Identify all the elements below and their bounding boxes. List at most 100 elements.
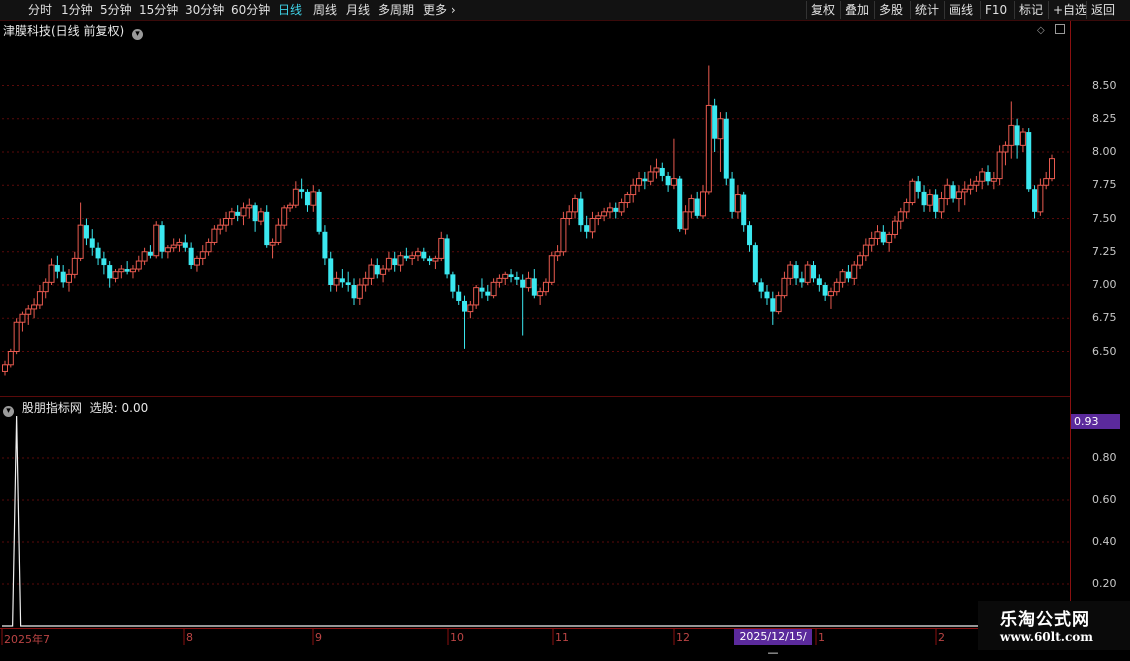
panel-divider [0,396,1070,397]
kline-chart[interactable] [0,0,1130,650]
candle [65,269,72,292]
watermark: 乐淘公式网 www.60lt.com [978,601,1130,650]
candle [764,285,770,305]
candle [269,238,276,259]
candle [485,285,491,301]
candle [444,234,450,279]
candle [205,238,212,256]
candle [235,205,241,222]
candle [851,261,858,285]
candle [438,231,445,262]
candle [129,265,136,279]
x-axis-line [0,628,1070,629]
candle [950,181,956,203]
date-tick-label: 11 [555,631,569,644]
candle [827,287,834,309]
candle [770,291,776,325]
candle [36,285,43,309]
candle [310,185,317,212]
candle [747,221,753,252]
candle [630,178,637,203]
candle [421,247,427,262]
candle [584,215,590,239]
date-tick-label: 9 [315,631,322,644]
candle [839,269,846,288]
candle [25,304,32,325]
candle [392,251,398,272]
candle [322,225,328,266]
candle [520,274,526,336]
date-tick-label: 8 [186,631,193,644]
candle [688,194,695,219]
candle [1002,141,1009,166]
candle [1037,178,1044,216]
candle [118,265,125,279]
candle [734,185,741,219]
candle [95,242,101,266]
candle [502,271,509,285]
candle [2,360,8,376]
candle [275,218,282,246]
candle [793,261,799,285]
candle [548,251,555,285]
candle [653,158,660,179]
candle [83,218,89,246]
candle [741,191,747,232]
candle [915,175,921,199]
candle [333,271,340,292]
candle [1043,171,1050,190]
candle [159,221,165,259]
candle [112,269,119,283]
candle [508,269,514,283]
indicator-name: 股朋指标网 [21,401,82,415]
candle [60,265,66,288]
candle [979,167,986,190]
indicator-line [2,415,1068,627]
candle [228,207,235,226]
candle [682,205,689,235]
candle [107,261,113,288]
candle [659,162,665,182]
candle [141,247,148,266]
indicator-current-value-badge: 0.93 [1071,414,1120,429]
candle [589,211,596,239]
candle [1026,128,1032,192]
candle [677,175,683,232]
candle [409,251,416,266]
candle [647,165,654,186]
candle [514,271,520,285]
candle [31,298,38,319]
candle [787,261,794,285]
date-tick-label: 12 [676,631,690,644]
chevron-down-icon[interactable]: ▾ [3,406,14,417]
candle [933,189,939,219]
candle [339,269,345,288]
candle [967,178,974,195]
candle [299,178,305,199]
candle [467,300,474,319]
y-axis-line [1070,21,1071,628]
candle [909,178,916,206]
date-tick-label: 2025年7 [4,633,50,646]
candle [1008,101,1015,159]
candle [804,261,811,285]
candle [642,171,648,190]
candle [1019,128,1026,152]
candle [886,231,893,252]
indicator-title-bar: ▾ 股朋指标网 选股: 0.00 [3,399,148,417]
candle [606,202,613,219]
candle [537,287,544,305]
candle [240,202,247,226]
candle [891,215,898,239]
candle [182,234,188,252]
candle [414,247,421,262]
candle [578,191,584,232]
candle [304,189,310,212]
candle [101,251,107,275]
candle [164,245,171,259]
candle [374,258,380,279]
candle [456,285,462,305]
candle [147,245,153,259]
candle [833,278,840,296]
candle [264,205,270,248]
